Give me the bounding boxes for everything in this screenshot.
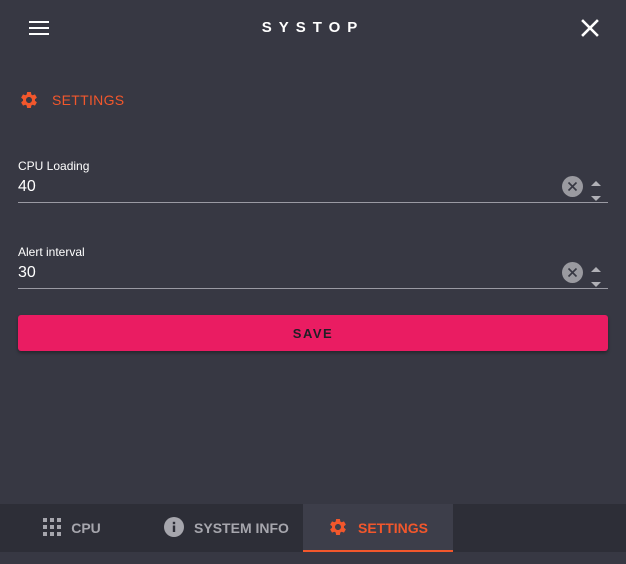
increment-arrow-icon[interactable]: [590, 174, 602, 186]
tab-cpu-label: CPU: [71, 520, 101, 536]
settings-section-header: SETTINGS: [19, 89, 124, 111]
cpu-loading-field: CPU Loading: [18, 159, 608, 209]
clear-icon[interactable]: [562, 262, 583, 283]
info-icon: [164, 516, 185, 540]
section-title: SETTINGS: [52, 92, 125, 108]
close-icon[interactable]: [580, 18, 600, 38]
increment-arrow-icon[interactable]: [590, 260, 602, 272]
app-title: SYSTOP: [261, 19, 365, 36]
tab-cpu[interactable]: CPU: [0, 504, 150, 552]
alert-interval-label: Alert interval: [18, 245, 85, 259]
bottom-strip: [0, 552, 626, 564]
field-underline: [18, 202, 608, 203]
alert-interval-input[interactable]: [18, 264, 538, 282]
gear-icon: [328, 517, 348, 540]
cpu-loading-label: CPU Loading: [18, 159, 90, 173]
bottom-navigation: CPU SYSTEM INFO SETTINGS: [0, 504, 626, 552]
gear-icon: [19, 90, 39, 110]
tab-system-info-label: SYSTEM INFO: [194, 520, 289, 536]
field-underline: [18, 288, 608, 289]
tab-settings-label: SETTINGS: [357, 520, 428, 536]
decrement-arrow-icon[interactable]: [590, 276, 602, 287]
alert-interval-field: Alert interval: [18, 245, 608, 295]
grid-icon: [43, 517, 62, 539]
clear-icon[interactable]: [562, 176, 583, 197]
tab-settings[interactable]: SETTINGS: [303, 504, 453, 552]
tab-system-info[interactable]: SYSTEM INFO: [150, 504, 303, 552]
save-button[interactable]: SAVE: [18, 315, 608, 351]
cpu-loading-input[interactable]: [18, 178, 538, 196]
app-header: SYSTOP: [0, 0, 626, 56]
decrement-arrow-icon[interactable]: [590, 190, 602, 201]
